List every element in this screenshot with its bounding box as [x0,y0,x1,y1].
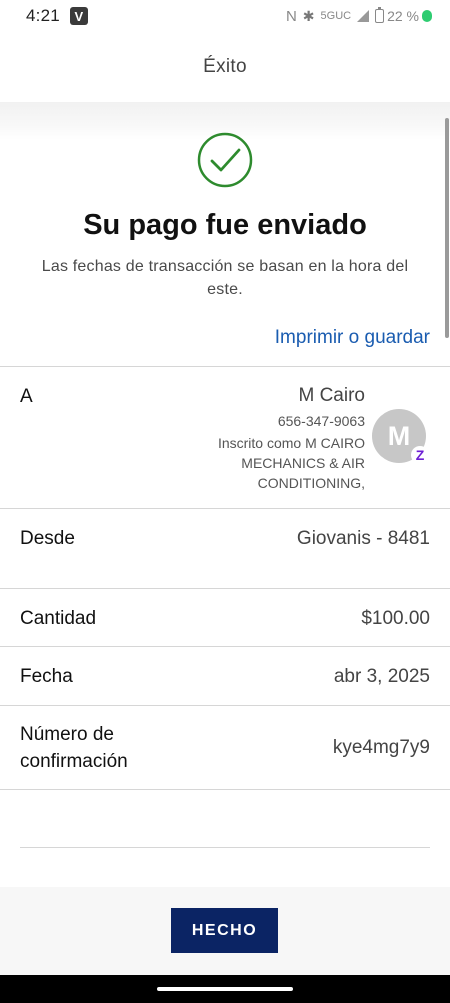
divider [0,789,450,790]
from-account: Giovanis - 8481 [296,528,430,549]
status-time: 4:21 [26,6,60,25]
nfc-icon: N [285,7,297,25]
app-badge-icon: V [69,7,88,25]
success-subtitle: Las fechas de transacción se basan en la… [41,258,409,298]
amount-value: $100.00 [361,608,430,629]
confirmation-label-line2: confirmación [20,751,128,772]
battery-indicator: 22 % [375,7,432,24]
divider [0,646,450,647]
date-label: Fecha [20,666,73,687]
print-or-save-link[interactable]: Imprimir o guardar [275,327,430,349]
home-gesture-handle[interactable] [157,987,293,991]
battery-saver-icon [422,10,432,22]
signal-icon [357,10,370,22]
success-title: Su pago fue enviado [83,209,367,241]
amount-label: Cantidad [20,608,97,629]
status-bar: 4:21 V N ✱ 5GUC 22 % [0,0,450,32]
recipient-phone: 656-347-9063 [277,413,365,429]
from-label: Desde [20,528,75,549]
divider [20,847,430,848]
recipient-name: M Cairo [298,385,365,406]
divider [0,588,450,589]
battery-percent: 22 % [387,8,419,24]
confirmation-label-line1: Número de [20,724,114,745]
status-icons: N ✱ 5GUC 22 % [285,7,432,25]
done-button[interactable]: HECHO [171,908,278,953]
check-circle-icon [197,132,253,188]
divider [0,366,450,367]
confirmation-number: kye4mg7y9 [332,737,430,758]
date-value: abr 3, 2025 [333,666,430,687]
recipient-enrolled-as: Inscrito como M CAIRO MECHANICS & AIR CO… [217,435,365,491]
to-label: A [20,386,33,407]
divider [0,508,450,509]
app-header: Éxito [0,32,450,102]
battery-icon [375,7,385,23]
divider [0,705,450,706]
page-title: Éxito [203,56,247,77]
zelle-icon: Z [411,446,429,464]
network-label: 5GUC [320,10,352,22]
bluetooth-icon: ✱ [302,7,315,24]
